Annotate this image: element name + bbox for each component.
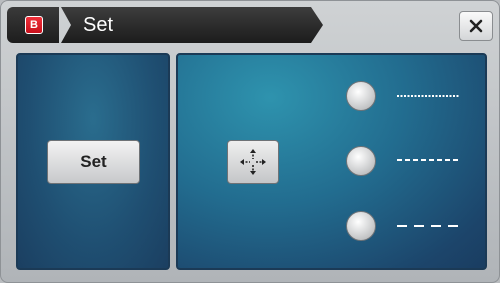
app-logo: B — [7, 7, 59, 43]
short-dashed-line-sample — [397, 159, 460, 161]
dotted-line-sample — [397, 95, 460, 97]
title-tab: Set — [61, 7, 323, 43]
title-bar: B Set — [7, 7, 495, 43]
close-icon — [469, 19, 483, 33]
line-style-dashed-short-radio[interactable] — [346, 146, 376, 176]
line-style-dashed-long-radio[interactable] — [346, 211, 376, 241]
move-crosshair-icon — [240, 149, 266, 175]
line-style-dotted-radio[interactable] — [346, 81, 376, 111]
dialog-title: Set — [83, 14, 114, 36]
set-button[interactable]: Set — [47, 140, 140, 184]
move-button[interactable] — [227, 140, 279, 184]
long-dashed-line-sample — [397, 225, 460, 227]
brand-icon: B — [25, 16, 43, 34]
set-dialog: B Set Set — [0, 0, 500, 283]
close-button[interactable] — [459, 11, 493, 41]
